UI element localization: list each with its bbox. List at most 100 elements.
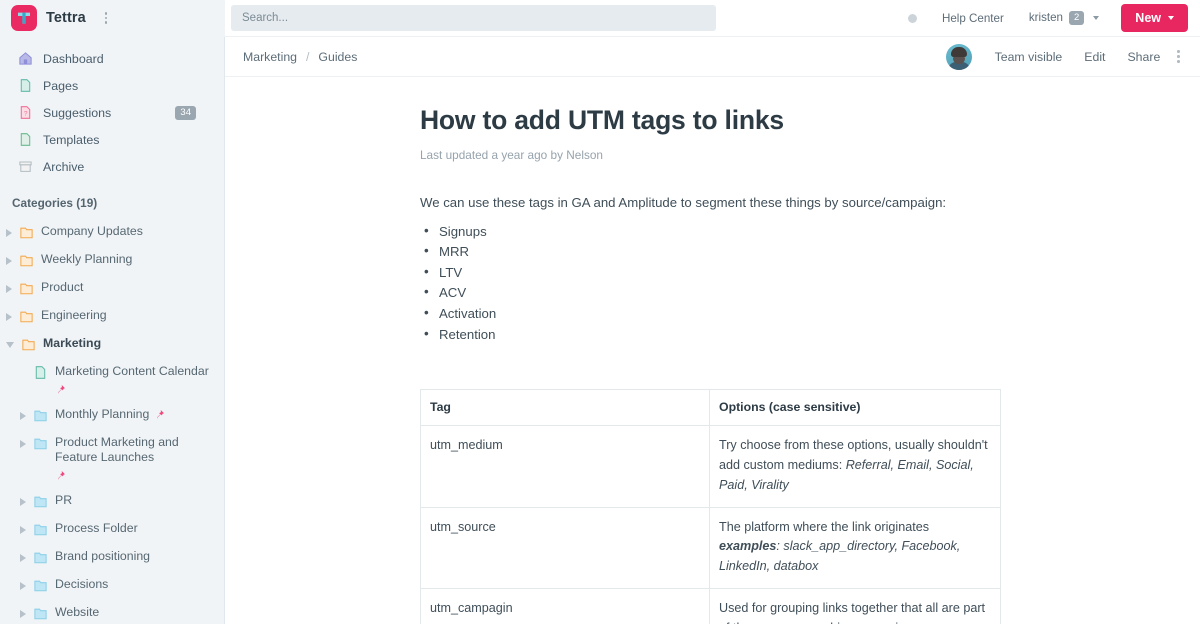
share-button[interactable]: Share <box>1116 45 1171 69</box>
category-item-marketing-content-calendar[interactable]: Marketing Content Calendar <box>0 358 224 401</box>
sidebar-nav: Dashboard Pages ? Suggestions 34 Templates Arc… <box>0 45 224 180</box>
folder-blue-icon <box>33 606 48 621</box>
chevron-right-icon[interactable] <box>20 554 26 562</box>
document-meta: Last updated a year ago by Nelson <box>420 147 603 162</box>
chevron-right-icon[interactable] <box>20 582 26 590</box>
folder-orange-icon <box>19 253 34 268</box>
kebab-vertical-icon[interactable] <box>1171 45 1186 68</box>
category-item-website[interactable]: Website <box>0 599 224 624</box>
top-bar: Tettra Help Center kristen 2 New <box>0 0 1200 37</box>
table-cell-tag: utm_source <box>420 506 710 589</box>
search-area <box>225 5 908 31</box>
table-header-row: Tag Options (case sensitive) <box>420 389 1001 427</box>
avatar-hair <box>950 46 967 57</box>
category-item-product[interactable]: Product <box>0 274 224 302</box>
brand-area: Tettra <box>0 0 225 37</box>
category-item-label: Monthly Planning <box>55 407 150 421</box>
svg-text:?: ? <box>24 110 28 117</box>
table-header-tag: Tag <box>420 389 710 427</box>
option-description: Used for grouping links together that al… <box>719 600 986 624</box>
chevron-right-icon[interactable] <box>20 610 26 618</box>
folder-orange-icon <box>19 225 34 240</box>
sidebar-categories: Company Updates Weekly Planning Product Eng… <box>0 218 224 624</box>
utm-table: Tag Options (case sensitive) utm_medium T… <box>420 389 1001 624</box>
category-item-label: Engineering <box>41 308 107 322</box>
category-item-company-updates[interactable]: Company Updates <box>0 218 224 246</box>
category-item-label: Product Marketing and Feature Launches <box>55 435 179 464</box>
category-item-brand-positioning[interactable]: Brand positioning <box>0 543 224 571</box>
sidebar: Dashboard Pages ? Suggestions 34 Templates Arc… <box>0 37 225 624</box>
chevron-right-icon[interactable] <box>6 285 12 293</box>
breadcrumb-item-guides[interactable]: Guides <box>318 50 357 64</box>
document-icon <box>18 78 33 93</box>
category-item-marketing[interactable]: Marketing <box>0 330 224 358</box>
category-item-pr[interactable]: PR <box>0 487 224 515</box>
user-notification-badge: 2 <box>1069 10 1085 26</box>
avatar[interactable] <box>945 43 972 70</box>
edit-button[interactable]: Edit <box>1073 45 1116 69</box>
table-row: utm_campagin Used for grouping links toge… <box>420 587 1001 624</box>
user-menu[interactable]: kristen 2 <box>1023 7 1105 29</box>
table-cell-tag: utm_medium <box>420 425 710 508</box>
folder-blue-icon <box>33 436 48 451</box>
chevron-down-icon[interactable] <box>6 342 14 348</box>
folder-blue-icon <box>33 550 48 565</box>
visibility-label[interactable]: Team visible <box>984 45 1074 69</box>
archive-box-icon <box>18 159 33 174</box>
category-item-weekly-planning[interactable]: Weekly Planning <box>0 246 224 274</box>
folder-blue-icon <box>33 494 48 509</box>
category-item-product-marketing-and-feature-launches[interactable]: Product Marketing and Feature Launches <box>0 429 224 487</box>
breadcrumb-bar: Marketing / Guides Team visible Edit Sha… <box>225 37 1200 77</box>
chevron-right-icon[interactable] <box>20 526 26 534</box>
sidebar-item-archive[interactable]: Archive <box>0 153 224 180</box>
sidebar-item-label: Dashboard <box>43 51 104 66</box>
brand-title: Tettra <box>46 10 86 26</box>
category-item-label: Marketing <box>43 336 102 350</box>
category-item-process-folder[interactable]: Process Folder <box>0 515 224 543</box>
search-input[interactable] <box>231 5 716 31</box>
user-name-label: kristen <box>1028 11 1063 25</box>
list-item: Signups <box>420 221 1000 243</box>
list-item: ACV <box>420 282 1000 304</box>
chevron-down-icon <box>1093 15 1100 20</box>
table-cell-options: The platform where the link originates ex… <box>709 506 1001 589</box>
table-header-options: Options (case sensitive) <box>709 389 1001 427</box>
help-center-link[interactable]: Help Center <box>935 7 1011 30</box>
sidebar-item-label: Archive <box>43 159 85 174</box>
template-document-icon <box>18 132 33 147</box>
category-item-engineering[interactable]: Engineering <box>0 302 224 330</box>
chevron-right-icon[interactable] <box>6 257 12 265</box>
table-cell-options: Try choose from these options, usually s… <box>709 425 1001 508</box>
sidebar-item-templates[interactable]: Templates <box>0 126 224 153</box>
categories-heading: Categories (19) <box>12 196 98 210</box>
chevron-right-icon[interactable] <box>20 498 26 506</box>
home-icon <box>18 51 33 66</box>
main-content: Marketing / Guides Team visible Edit Sha… <box>225 37 1200 624</box>
sidebar-item-suggestions[interactable]: ? Suggestions 34 <box>0 99 224 126</box>
table-body: utm_medium Try choose from these options,… <box>420 425 1001 624</box>
chevron-right-icon[interactable] <box>20 412 26 420</box>
document-intro: We can use these tags in GA and Amplitud… <box>420 194 947 210</box>
sidebar-item-label: Pages <box>43 78 79 93</box>
chevron-right-icon[interactable] <box>20 440 26 448</box>
sidebar-item-dashboard[interactable]: Dashboard <box>0 45 224 72</box>
category-item-decisions[interactable]: Decisions <box>0 571 224 599</box>
chevron-right-icon[interactable] <box>6 229 12 237</box>
breadcrumb-item-marketing[interactable]: Marketing <box>243 50 297 64</box>
new-button-label: New <box>1135 11 1161 25</box>
pin-icon <box>55 470 66 481</box>
new-button[interactable]: New <box>1121 4 1188 32</box>
category-item-monthly-planning[interactable]: Monthly Planning <box>0 401 224 429</box>
tettra-logo-icon[interactable] <box>11 5 37 31</box>
sidebar-item-label: Templates <box>43 132 100 147</box>
chevron-right-icon[interactable] <box>6 313 12 321</box>
question-document-icon: ? <box>18 105 33 120</box>
category-item-label: Weekly Planning <box>41 252 133 266</box>
category-item-label: Brand positioning <box>55 549 151 563</box>
sidebar-item-pages[interactable]: Pages <box>0 72 224 99</box>
list-item: MRR <box>420 241 1000 263</box>
brand-menu-kebab-icon[interactable] <box>101 10 112 26</box>
metrics-list: SignupsMRRLTVACVActivationRetention <box>420 221 1000 346</box>
list-item: Retention <box>420 324 1000 346</box>
examples-label: examples <box>719 539 777 554</box>
